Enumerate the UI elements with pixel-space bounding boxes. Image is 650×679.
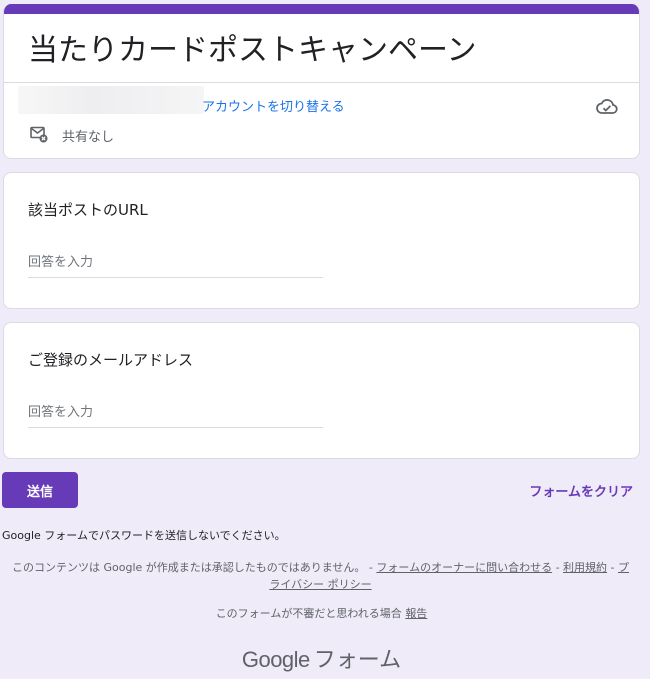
accent-bar bbox=[4, 4, 639, 14]
report-line: このフォームが不審だと思われる場合 報告 bbox=[0, 605, 643, 621]
separator: - bbox=[552, 561, 564, 574]
google-forms-logo[interactable]: Google フォーム bbox=[0, 642, 643, 674]
answer-field-underline bbox=[28, 399, 323, 428]
mail-blocked-icon bbox=[30, 125, 48, 143]
logo-brand: Google bbox=[241, 647, 310, 672]
disclaimer-text: このコンテンツは Google が作成または承認したものではありません。 - bbox=[11, 561, 377, 574]
separator: - bbox=[607, 561, 619, 574]
switch-account-link[interactable]: アカウントを切り替える bbox=[202, 96, 345, 115]
form-title: 当たりカードポストキャンペーン bbox=[28, 33, 477, 68]
terms-link[interactable]: 利用規約 bbox=[563, 561, 607, 574]
disclaimer: このコンテンツは Google が作成または承認したものではありません。 - フ… bbox=[8, 559, 633, 593]
logo-product: フォーム bbox=[313, 648, 402, 673]
question-title: ご登録のメールアドレス bbox=[28, 351, 194, 369]
redacted-account-email bbox=[18, 86, 204, 114]
question-card-post-url: 該当ポストのURL bbox=[3, 172, 640, 309]
report-link[interactable]: 報告 bbox=[405, 607, 427, 620]
suspicious-text: このフォームが不審だと思われる場合 bbox=[215, 607, 406, 620]
post-url-input[interactable] bbox=[28, 249, 323, 275]
header-divider bbox=[4, 82, 639, 83]
password-warning: Google フォームでパスワードを送信しないでください。 bbox=[2, 529, 286, 542]
answer-field-underline bbox=[28, 249, 323, 278]
question-card-email: ご登録のメールアドレス bbox=[3, 322, 640, 459]
email-input[interactable] bbox=[28, 399, 323, 425]
submit-button[interactable]: 送信 bbox=[2, 472, 78, 508]
not-shared-label: 共有なし bbox=[62, 130, 115, 145]
contact-owner-link[interactable]: フォームのオーナーに問い合わせる bbox=[376, 561, 552, 574]
cloud-check-icon bbox=[596, 98, 618, 116]
question-title: 該当ポストのURL bbox=[28, 201, 148, 219]
clear-form-button[interactable]: フォームをクリア bbox=[529, 481, 633, 500]
form-header-card: 当たりカードポストキャンペーン アカウントを切り替える 共有なし bbox=[3, 4, 640, 159]
